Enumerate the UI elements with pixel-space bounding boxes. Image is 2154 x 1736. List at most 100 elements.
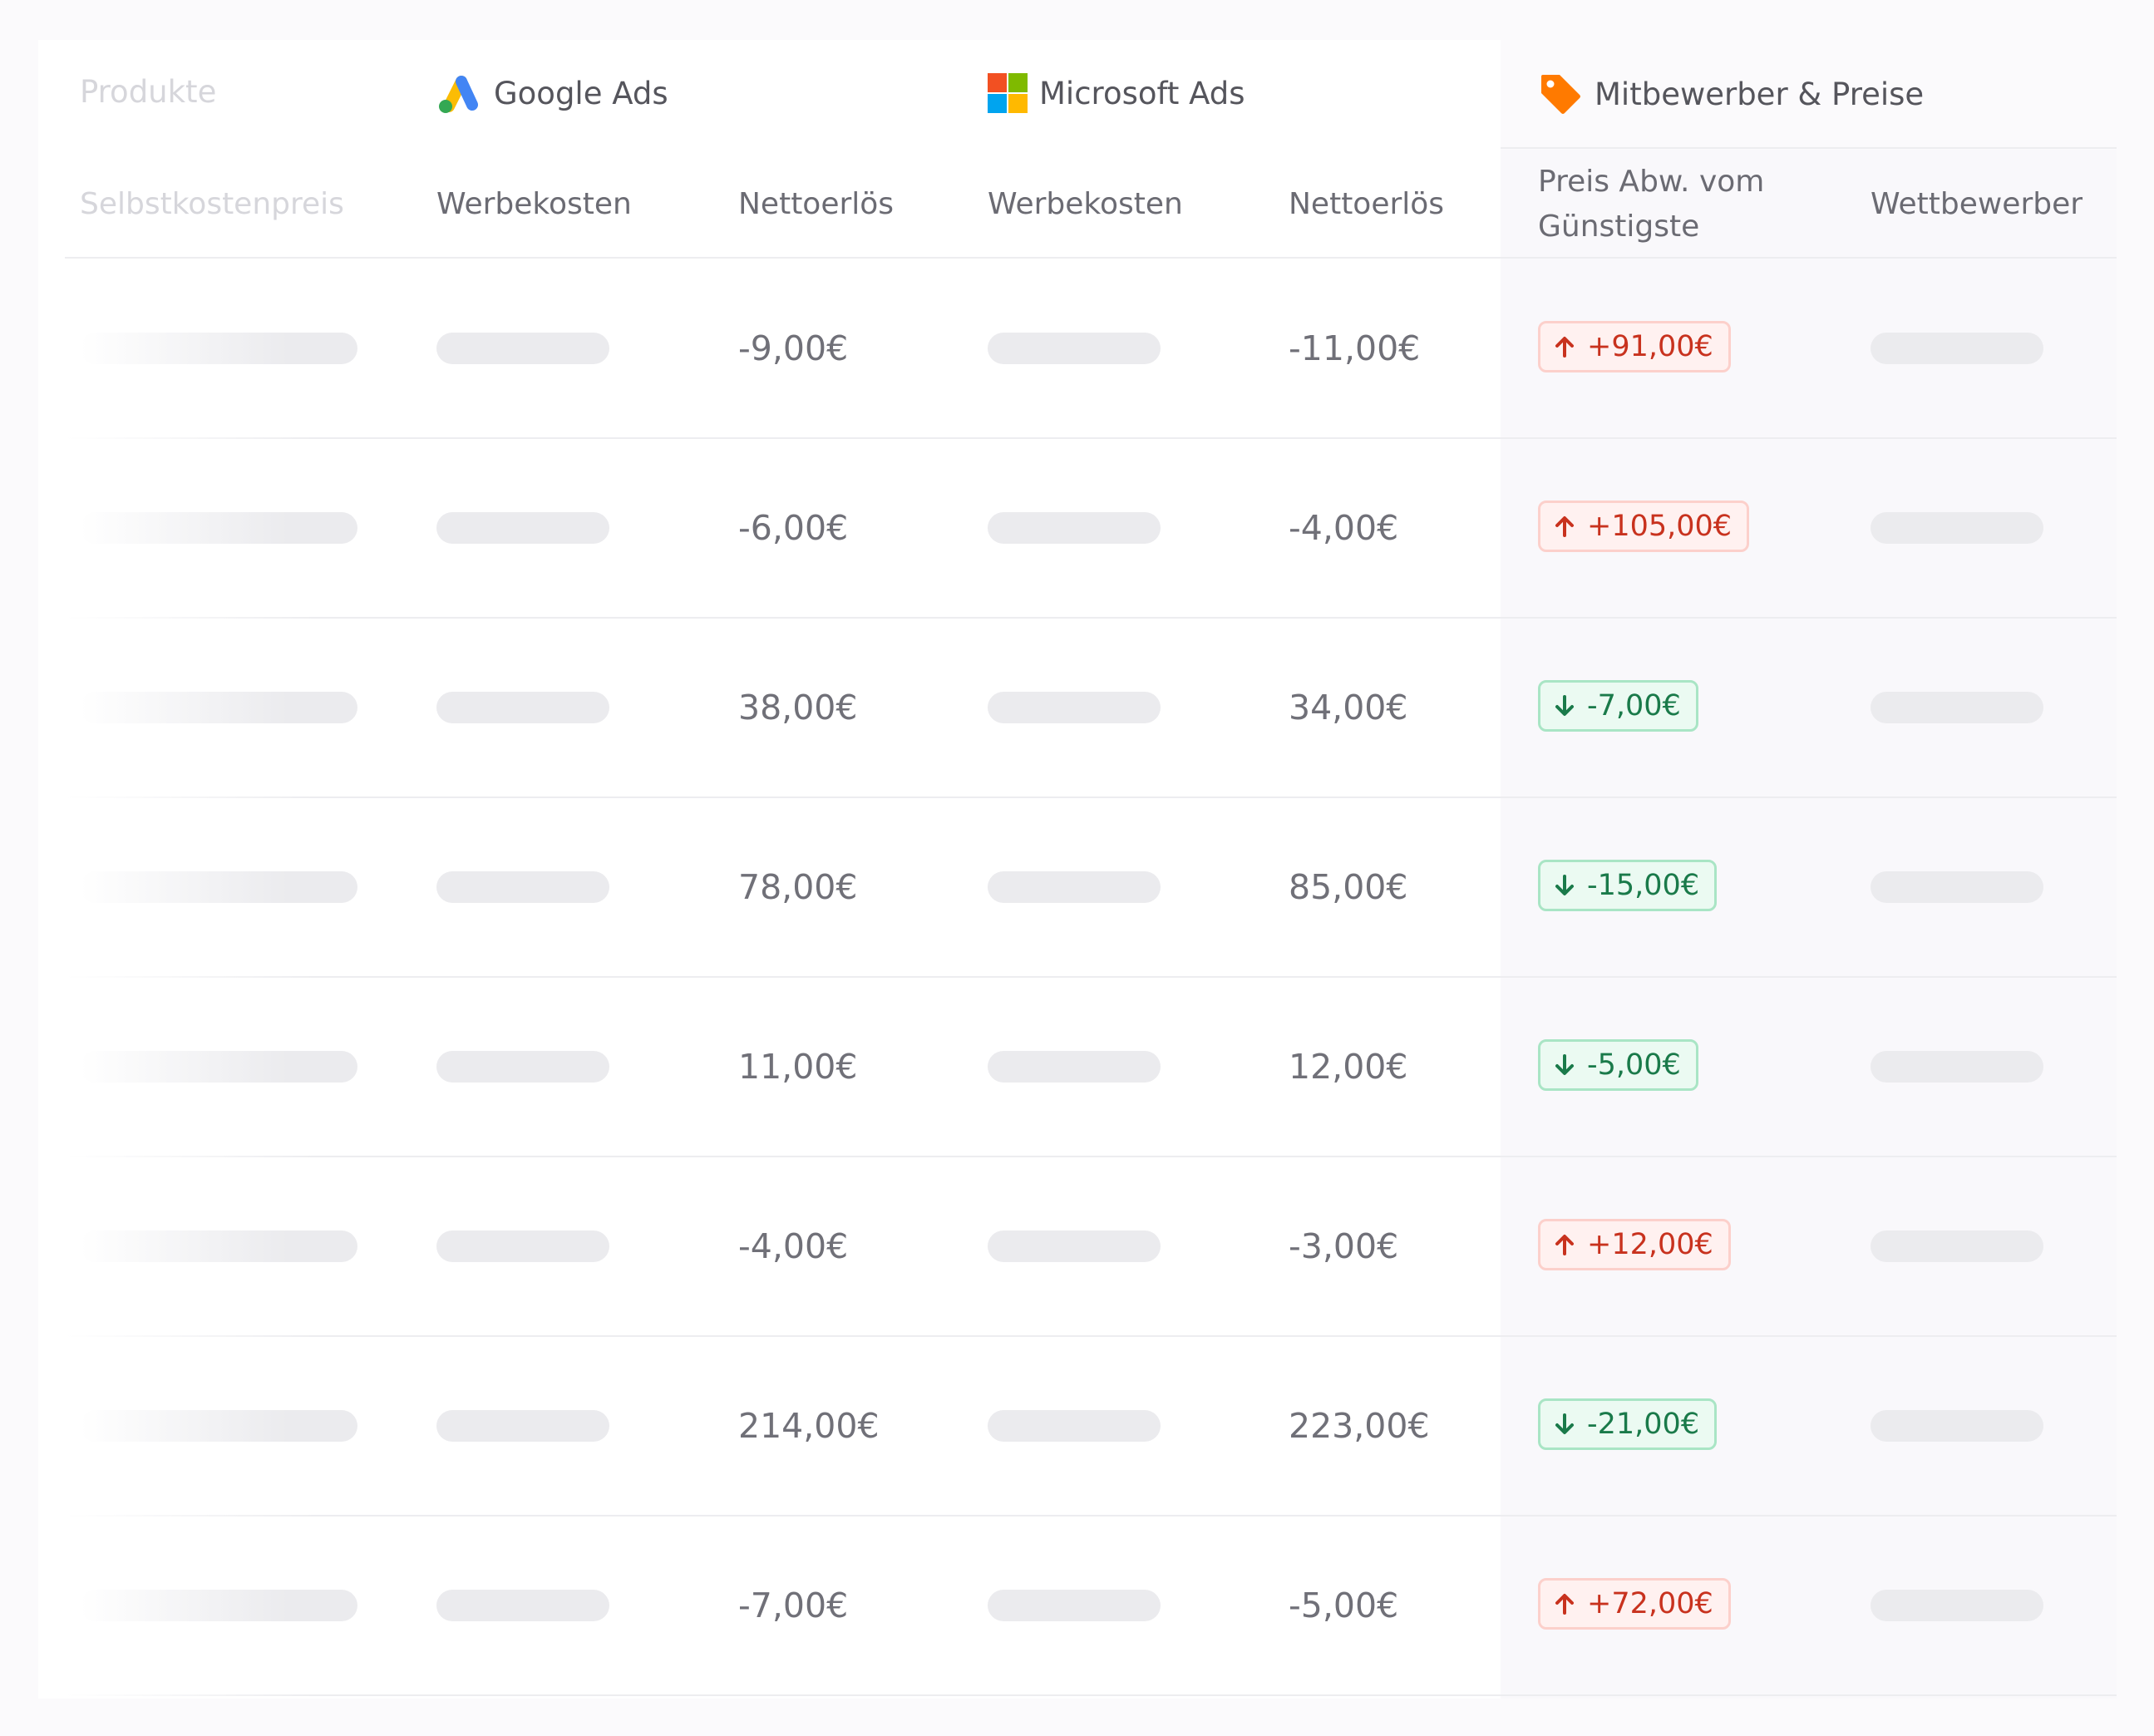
price-deviation-value: -7,00€ [1587, 689, 1681, 723]
competitor-placeholder [1871, 1051, 2043, 1083]
ms-ad-cost-placeholder [988, 1590, 1161, 1621]
price-tag-icon [1538, 72, 1595, 116]
competitor-placeholder [1871, 1590, 2043, 1621]
column-price-deviation-line1: Preis Abw. vom [1538, 165, 1765, 199]
row-divider [65, 617, 2117, 619]
ms-net-revenue: 34,00€ [1289, 688, 1408, 727]
price-deviation-badge: -5,00€ [1538, 1039, 1698, 1091]
google-net-revenue: 11,00€ [738, 1047, 858, 1087]
competitor-placeholder [1871, 512, 2043, 544]
row-divider [65, 437, 2117, 439]
ms-net-revenue: 223,00€ [1289, 1406, 1430, 1446]
competitor-placeholder [1871, 692, 2043, 723]
table-view: Produkte Google Ads Microsoft Ads Mitbew… [0, 0, 2154, 1736]
ms-ad-cost-placeholder [988, 692, 1161, 723]
google-net-revenue: 78,00€ [738, 867, 858, 907]
group-products-label: Produkte [80, 74, 217, 110]
google-net-revenue: -7,00€ [738, 1586, 849, 1625]
google-net-revenue: -4,00€ [738, 1226, 849, 1266]
price-deviation-badge: +12,00€ [1538, 1219, 1731, 1270]
arrow-down-icon [1554, 874, 1587, 897]
google-net-revenue: 214,00€ [738, 1406, 880, 1446]
group-competitors-label: Mitbewerber & Preise [1595, 76, 1925, 112]
column-price-deviation-line2: Günstigste [1538, 210, 1700, 244]
google-ad-cost-placeholder [436, 1590, 609, 1621]
row-divider [65, 1335, 2117, 1337]
product-placeholder [80, 871, 357, 903]
group-microsoft-ads[interactable]: Microsoft Ads [988, 73, 1245, 113]
google-net-revenue: -6,00€ [738, 508, 849, 548]
column-price-deviation[interactable]: Preis Abw. vom Günstigste [1538, 160, 1764, 249]
ms-net-revenue: 12,00€ [1289, 1047, 1408, 1087]
competitor-panel [1501, 150, 2117, 1699]
competitor-placeholder [1871, 1230, 2043, 1262]
google-ad-cost-placeholder [436, 1051, 609, 1083]
ms-ad-cost-placeholder [988, 1230, 1161, 1262]
arrow-up-icon [1554, 1233, 1587, 1256]
microsoft-icon [988, 73, 1039, 113]
price-deviation-badge: +105,00€ [1538, 501, 1750, 552]
google-ad-cost-placeholder [436, 512, 609, 544]
column-ms-net-revenue[interactable]: Nettoerlös [1289, 182, 1444, 227]
product-placeholder [80, 1230, 357, 1262]
row-divider [65, 796, 2117, 798]
google-ad-cost-placeholder [436, 692, 609, 723]
ms-ad-cost-placeholder [988, 333, 1161, 364]
competitor-placeholder [1871, 1410, 2043, 1442]
price-deviation-value: -21,00€ [1587, 1408, 1700, 1441]
competitor-placeholder [1871, 333, 2043, 364]
google-ad-cost-placeholder [436, 1410, 609, 1442]
row-divider [65, 1694, 2117, 1696]
product-placeholder [80, 1410, 357, 1442]
ms-net-revenue: -11,00€ [1289, 328, 1421, 368]
product-placeholder [80, 692, 357, 723]
ms-ad-cost-placeholder [988, 1410, 1161, 1442]
group-competitors[interactable]: Mitbewerber & Preise [1538, 72, 1924, 116]
column-google-ad-cost[interactable]: Werbekosten [436, 182, 632, 227]
column-google-net-revenue[interactable]: Nettoerlös [738, 182, 894, 227]
ms-ad-cost-placeholder [988, 1051, 1161, 1083]
ms-net-revenue: -4,00€ [1289, 508, 1399, 548]
price-deviation-value: +72,00€ [1587, 1587, 1713, 1620]
ms-ad-cost-placeholder [988, 871, 1161, 903]
column-ms-ad-cost[interactable]: Werbekosten [988, 182, 1183, 227]
price-deviation-value: +91,00€ [1587, 330, 1713, 363]
ms-net-revenue: 85,00€ [1289, 867, 1408, 907]
row-divider [65, 976, 2117, 978]
google-net-revenue: 38,00€ [738, 688, 858, 727]
product-placeholder [80, 1590, 357, 1621]
product-placeholder [80, 512, 357, 544]
header-divider-top [1501, 147, 2117, 149]
google-net-revenue: -9,00€ [738, 328, 849, 368]
group-google-ads[interactable]: Google Ads [436, 72, 668, 115]
product-placeholder [80, 1051, 357, 1083]
price-deviation-badge: +91,00€ [1538, 321, 1731, 372]
arrow-up-icon [1554, 515, 1587, 538]
arrow-down-icon [1554, 694, 1587, 718]
group-microsoft-ads-label: Microsoft Ads [1039, 75, 1245, 111]
arrow-up-icon [1554, 335, 1587, 358]
price-deviation-badge: -15,00€ [1538, 860, 1718, 911]
arrow-up-icon [1554, 1592, 1587, 1615]
header-divider [65, 257, 2117, 259]
row-divider [65, 1156, 2117, 1157]
price-deviation-badge: -7,00€ [1538, 680, 1698, 732]
group-google-ads-label: Google Ads [494, 75, 668, 111]
product-placeholder [80, 333, 357, 364]
price-deviation-badge: -21,00€ [1538, 1398, 1718, 1450]
ms-ad-cost-placeholder [988, 512, 1161, 544]
google-ads-icon [436, 72, 494, 115]
price-deviation-value: -15,00€ [1587, 869, 1700, 902]
group-products[interactable]: Produkte [80, 74, 216, 110]
row-divider [65, 1515, 2117, 1517]
google-ad-cost-placeholder [436, 871, 609, 903]
arrow-down-icon [1554, 1413, 1587, 1436]
google-ad-cost-placeholder [436, 1230, 609, 1262]
price-deviation-value: +105,00€ [1587, 510, 1733, 543]
column-competitor[interactable]: Wettbewerber [1871, 182, 2083, 227]
ms-net-revenue: -5,00€ [1289, 1586, 1399, 1625]
competitor-placeholder [1871, 871, 2043, 903]
ms-net-revenue: -3,00€ [1289, 1226, 1399, 1266]
column-cost-price[interactable]: Selbstkostenpreis [80, 182, 344, 227]
price-deviation-value: -5,00€ [1587, 1048, 1681, 1082]
